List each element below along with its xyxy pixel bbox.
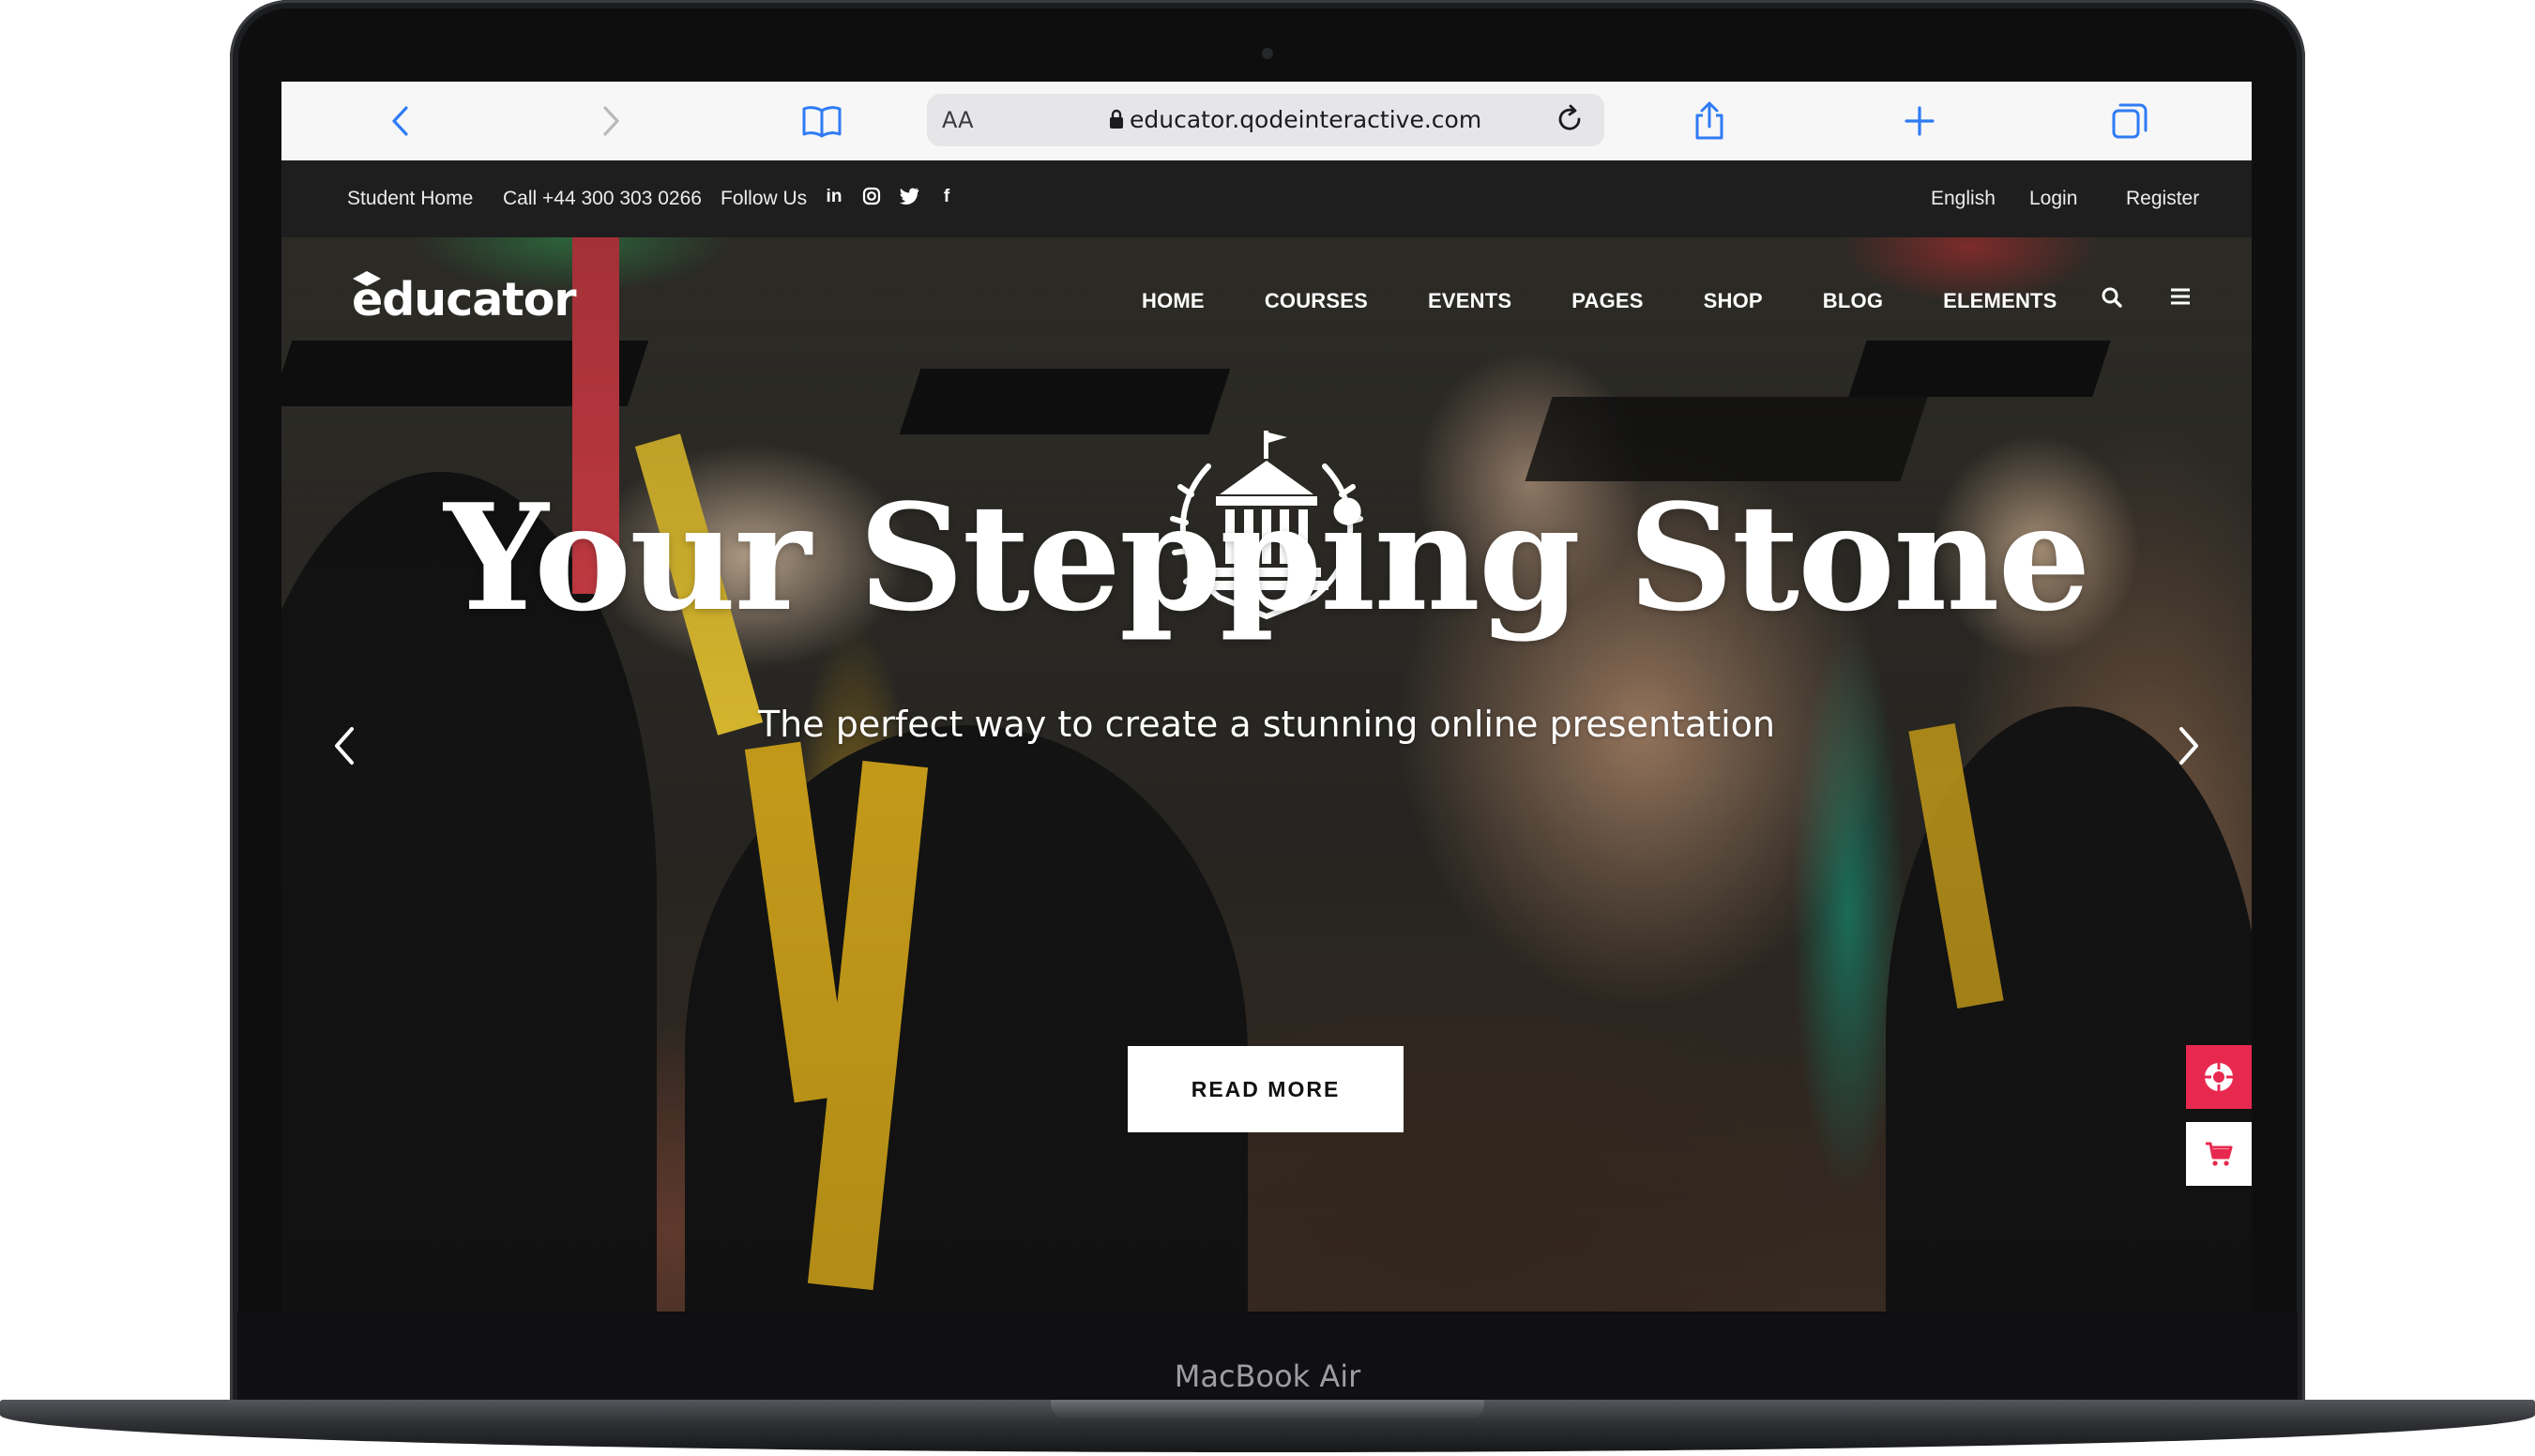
social-links: in f	[824, 187, 957, 207]
forward-button[interactable]	[587, 97, 636, 145]
address-bar[interactable]: AA educator.qodeinteractive.com	[927, 94, 1604, 146]
share-button[interactable]	[1685, 97, 1734, 145]
main-nav: HOME COURSES EVENTS PAGES SHOP BLOG ELEM…	[1142, 289, 2118, 313]
language-selector[interactable]: English	[1931, 188, 1996, 210]
hero-title: Your Stepping Stone	[444, 472, 2090, 644]
twitter-icon[interactable]	[899, 187, 919, 207]
student-home-link[interactable]: Student Home	[347, 188, 473, 210]
reader-button[interactable]: AA	[942, 107, 974, 133]
chevron-left-icon	[392, 106, 408, 136]
instagram-icon[interactable]	[861, 187, 882, 207]
login-link[interactable]: Login	[2029, 188, 2077, 210]
hero-slider: educator HOME COURSES EVENTS PAGES SHOP …	[281, 237, 2252, 1312]
nav-events[interactable]: EVENTS	[1428, 289, 1511, 313]
lock-icon	[1110, 109, 1123, 129]
screen: AA educator.qodeinteractive.com Student …	[281, 82, 2252, 1312]
chevron-left-icon[interactable]	[332, 725, 357, 766]
hero-subtitle: The perfect way to create a stunning onl…	[757, 704, 1776, 745]
cart-icon	[2206, 1142, 2233, 1166]
hero-overlay	[281, 237, 2252, 1312]
nav-home[interactable]: HOME	[1142, 289, 1205, 313]
menu-icon[interactable]	[2169, 286, 2192, 307]
read-more-button[interactable]: READ MORE	[1128, 1046, 1404, 1132]
phone-text: Call +44 300 303 0266	[503, 188, 702, 209]
share-icon	[1695, 101, 1723, 140]
search-icon[interactable]	[2101, 286, 2123, 309]
nav-blog[interactable]: BLOG	[1823, 289, 1883, 313]
lifebuoy-icon	[2205, 1063, 2233, 1091]
chevron-right-icon[interactable]	[2177, 725, 2201, 766]
camera-icon	[1262, 48, 1273, 59]
url-text: educator.qodeinteractive.com	[1130, 106, 1482, 133]
back-button[interactable]	[375, 97, 424, 145]
model-label: MacBook Air	[1174, 1358, 1361, 1394]
support-button[interactable]	[2186, 1045, 2252, 1109]
laptop-notch	[1051, 1400, 1484, 1418]
new-tab-button[interactable]	[1895, 97, 1944, 145]
site-topbar: Student Home Call +44 300 303 0266 Follo…	[281, 160, 2252, 237]
nav-shop[interactable]: SHOP	[1704, 289, 1763, 313]
bookmarks-icon	[802, 106, 842, 138]
browser-toolbar: AA educator.qodeinteractive.com	[281, 82, 2252, 161]
nav-pages[interactable]: PAGES	[1571, 289, 1643, 313]
linkedin-icon[interactable]: in	[824, 187, 844, 207]
tabs-button[interactable]	[2105, 97, 2154, 145]
register-link[interactable]: Register	[2126, 188, 2199, 210]
nav-elements[interactable]: ELEMENTS	[1943, 289, 2057, 313]
follow-us-label: Follow Us	[721, 188, 808, 209]
site-logo[interactable]: educator	[352, 273, 577, 326]
chevron-right-icon	[603, 106, 619, 136]
tabs-icon	[2112, 103, 2148, 139]
reload-icon[interactable]	[1554, 103, 1586, 135]
nav-courses[interactable]: COURSES	[1265, 289, 1368, 313]
cart-button[interactable]	[2186, 1122, 2252, 1186]
bookmarks-button[interactable]	[797, 97, 846, 145]
plus-icon	[1905, 106, 1935, 136]
facebook-icon[interactable]: f	[936, 187, 957, 207]
